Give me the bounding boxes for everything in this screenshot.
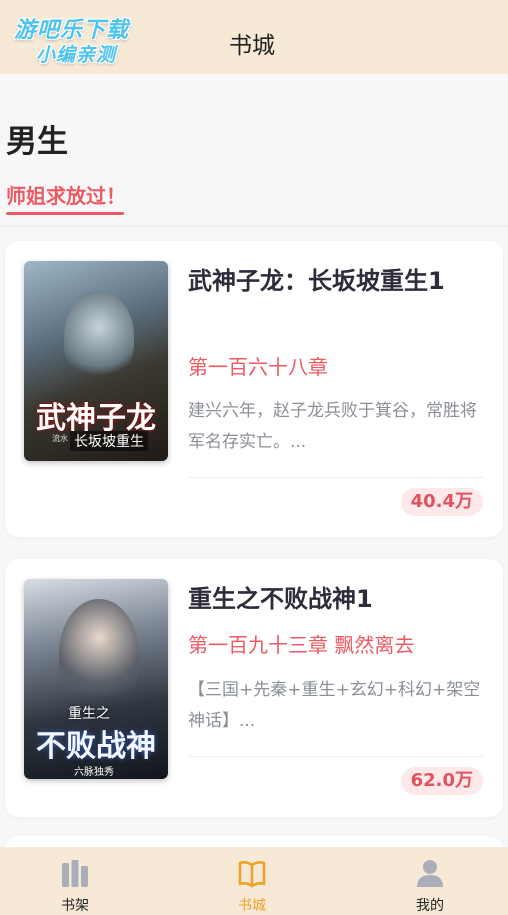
- logo-line-2: 小编亲测: [36, 44, 117, 66]
- nav-item-bookshelf[interactable]: 书架: [25, 847, 125, 915]
- bottom-nav: 书架 书城 我的: [0, 847, 508, 915]
- book-title[interactable]: 武神子龙：长坂坡重生1: [188, 261, 488, 301]
- user-icon: [417, 860, 443, 887]
- book-chapter: 第一百六十八章: [188, 355, 328, 379]
- bookshelf-icon: [62, 860, 88, 887]
- card-divider: [188, 477, 484, 478]
- nav-label: 我的: [416, 898, 444, 914]
- cover-title: 不败战神: [36, 729, 156, 764]
- read-count-badge: 62.0万: [400, 767, 483, 795]
- tab-underline: [6, 212, 124, 215]
- book-description: 建兴六年，赵子龙兵败于箕谷，常胜将军名存实亡。...: [188, 401, 477, 452]
- book-cover[interactable]: 重生之 不败战神 六脉独秀: [24, 579, 168, 779]
- section-title: 男生: [6, 124, 68, 160]
- cover-pre-title: 重生之: [68, 706, 110, 722]
- nav-label: 书架: [61, 898, 89, 914]
- cover-author: 流水: [52, 434, 68, 443]
- page-title: 书城: [229, 33, 275, 59]
- book-cover[interactable]: 武神子龙 流水 长坂坡重生: [24, 261, 168, 461]
- cover-author: 六脉独秀: [74, 767, 114, 778]
- book-description: 【三国+先秦+重生+玄幻+科幻+架空神话】...: [188, 680, 481, 731]
- cover-art: [64, 291, 134, 381]
- cover-art: [59, 599, 139, 709]
- nav-item-profile[interactable]: 我的: [380, 847, 480, 915]
- watermark-logo: 游吧乐下载 小编亲测: [8, 8, 148, 66]
- read-count-badge: 40.4万: [400, 488, 483, 516]
- nav-item-bookstore[interactable]: 书城: [202, 847, 302, 915]
- book-card[interactable]: 武神子龙 流水 长坂坡重生 武神子龙：长坂坡重生1 第一百六十八章 建兴六年，赵…: [5, 241, 503, 537]
- cover-subtitle: 长坂坡重生: [70, 431, 148, 451]
- top-header: 游吧乐下载 小编亲测 书城: [0, 0, 508, 74]
- book-chapter: 第一百九十三章 飘然离去: [188, 633, 415, 657]
- tab-active[interactable]: 师姐求放过！: [6, 180, 126, 209]
- divider: [0, 226, 508, 227]
- card-divider: [188, 756, 484, 757]
- book-title[interactable]: 重生之不败战神1: [188, 579, 488, 619]
- nav-label: 书城: [238, 898, 266, 914]
- book-card[interactable]: 重生之 不败战神 六脉独秀 重生之不败战神1 第一百九十三章 飘然离去 【三国+…: [5, 559, 503, 817]
- open-book-icon: [238, 861, 266, 888]
